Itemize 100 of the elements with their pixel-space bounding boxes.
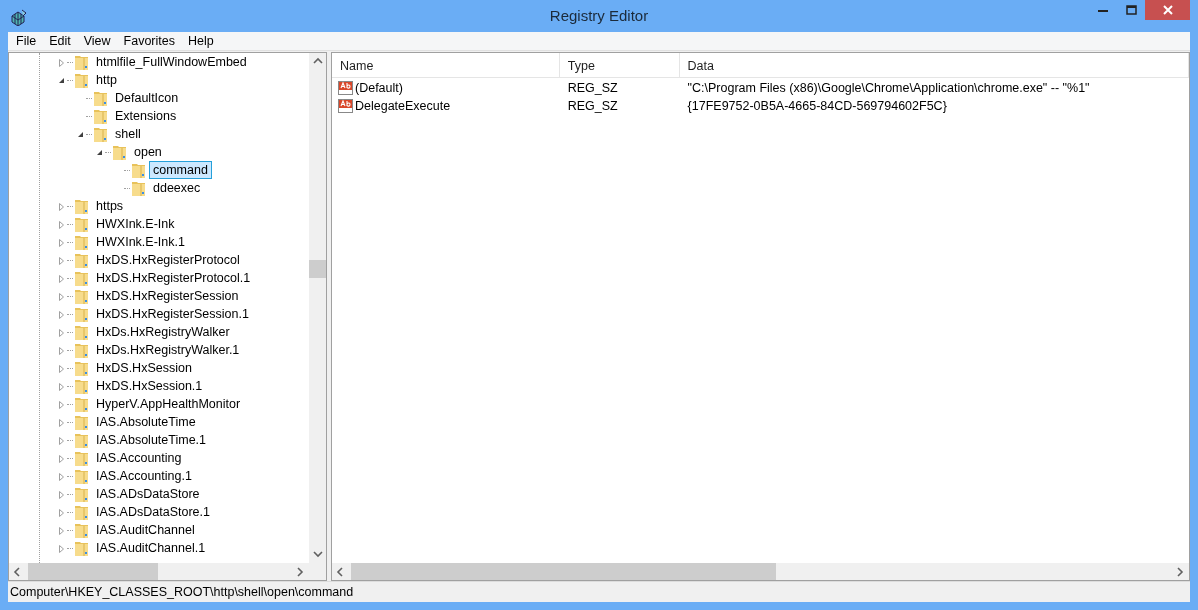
column-header[interactable]: Type (559, 53, 680, 77)
collapsed-arrow-icon[interactable] (56, 417, 66, 427)
column-header[interactable]: Data (679, 53, 1189, 77)
tree-item[interactable]: IAS.AuditChannel.1 (92, 539, 210, 557)
tree-item[interactable]: HWXInk.E-Ink.1 (92, 233, 189, 251)
folder-icon (74, 198, 89, 214)
folder-icon (74, 54, 89, 70)
folder-icon (74, 432, 89, 448)
folder-icon (74, 504, 89, 520)
collapsed-arrow-icon[interactable] (56, 507, 66, 517)
scrollbar-thumb[interactable] (28, 563, 158, 580)
tree-item[interactable]: HxDs.HxRegistryWalker.1 (92, 341, 244, 359)
collapsed-arrow-icon[interactable] (56, 309, 66, 319)
tree-item[interactable]: htmlfile_FullWindowEmbed (92, 53, 251, 71)
folder-icon (74, 342, 89, 358)
folder-icon (93, 108, 108, 124)
folder-icon (74, 414, 89, 430)
tree-item[interactable]: HxDS.HxSession (92, 359, 196, 377)
close-icon (1162, 5, 1173, 15)
collapsed-arrow-icon[interactable] (56, 219, 66, 229)
menu-item[interactable]: File (10, 32, 44, 50)
collapsed-arrow-icon[interactable] (56, 237, 66, 247)
collapsed-arrow-icon[interactable] (56, 399, 66, 409)
collapsed-arrow-icon[interactable] (56, 435, 66, 445)
tree-item[interactable]: http (92, 71, 121, 89)
collapsed-arrow-icon[interactable] (56, 453, 66, 463)
folder-icon (74, 72, 89, 88)
scroll-left-icon[interactable] (12, 566, 23, 577)
menu-item[interactable]: Help (182, 32, 221, 50)
folder-icon (131, 162, 146, 178)
value-type: REG_SZ (567, 99, 618, 113)
scroll-left-icon[interactable] (335, 566, 346, 577)
collapsed-arrow-icon[interactable] (56, 489, 66, 499)
tree-item[interactable]: HxDS.HxRegisterSession (92, 287, 243, 305)
close-button[interactable] (1145, 0, 1190, 20)
tree-item[interactable]: IAS.AbsoluteTime (92, 413, 200, 431)
tree-item[interactable]: open (130, 143, 166, 161)
tree-item[interactable]: HxDS.HxRegisterProtocol (92, 251, 244, 269)
tree-item[interactable]: IAS.Accounting (92, 449, 186, 467)
scrollbar-thumb[interactable] (309, 260, 326, 278)
value-data: "C:\Program Files (x86)\Google\Chrome\Application\chrome.exe" -- "%1" (687, 81, 1090, 95)
tree-item[interactable]: HxDS.HxRegisterSession.1 (92, 305, 253, 323)
string-value-icon (338, 80, 353, 96)
collapsed-arrow-icon[interactable] (56, 291, 66, 301)
folder-icon (74, 324, 89, 340)
tree-item[interactable]: ddeexec (149, 179, 205, 197)
tree-item[interactable]: IAS.Accounting.1 (92, 467, 196, 485)
tree-item[interactable]: HxDS.HxRegisterProtocol.1 (92, 269, 255, 287)
collapsed-arrow-icon[interactable] (56, 381, 66, 391)
folder-icon (74, 360, 89, 376)
string-value-icon (338, 98, 353, 114)
tree-item[interactable]: command (149, 161, 212, 179)
folder-icon (93, 126, 108, 142)
tree-item[interactable]: Extensions (111, 107, 181, 125)
tree-item[interactable]: IAS.ADsDataStore.1 (92, 503, 214, 521)
value-name[interactable]: DelegateExecute (355, 99, 451, 113)
collapsed-arrow-icon[interactable] (56, 471, 66, 481)
folder-icon (74, 522, 89, 538)
collapsed-arrow-icon[interactable] (56, 201, 66, 211)
tree-item[interactable]: IAS.ADsDataStore (92, 485, 204, 503)
value-type: REG_SZ (567, 81, 618, 95)
tree-item[interactable]: https (92, 197, 128, 215)
collapsed-arrow-icon[interactable] (56, 345, 66, 355)
tree-item[interactable]: IAS.AbsoluteTime.1 (92, 431, 210, 449)
folder-icon (74, 306, 89, 322)
folder-icon (74, 486, 89, 502)
collapsed-arrow-icon[interactable] (56, 543, 66, 553)
scrollbar-thumb[interactable] (351, 563, 776, 580)
tree-item[interactable]: DefaultIcon (111, 89, 183, 107)
tree-item[interactable]: HxDS.HxSession.1 (92, 377, 207, 395)
folder-icon (74, 396, 89, 412)
menu-item[interactable]: Favorites (117, 32, 182, 50)
value-name[interactable]: (Default) (355, 81, 403, 95)
status-path: Computer\HKEY_CLASSES_ROOT\http\shell\open\command (10, 585, 354, 599)
scroll-right-icon[interactable] (1175, 566, 1186, 577)
menu-item[interactable]: View (77, 32, 118, 50)
folder-icon (112, 144, 127, 160)
folder-icon (93, 90, 108, 106)
folder-icon (74, 468, 89, 484)
folder-icon (74, 216, 89, 232)
tree-item[interactable]: HyperV.AppHealthMonitor (92, 395, 245, 413)
folder-icon (74, 270, 89, 286)
folder-icon (74, 288, 89, 304)
folder-icon (74, 252, 89, 268)
window-title: Registry Editor (549, 7, 649, 24)
collapsed-arrow-icon[interactable] (56, 273, 66, 283)
menu-item[interactable]: Edit (43, 32, 78, 50)
collapsed-arrow-icon[interactable] (56, 525, 66, 535)
collapsed-arrow-icon[interactable] (56, 57, 66, 67)
tree-item[interactable]: HWXInk.E-Ink (92, 215, 179, 233)
collapsed-arrow-icon[interactable] (56, 363, 66, 373)
tree-item[interactable]: shell (111, 125, 145, 143)
scroll-down-icon[interactable] (312, 549, 323, 560)
collapsed-arrow-icon[interactable] (56, 255, 66, 265)
collapsed-arrow-icon[interactable] (56, 327, 66, 337)
tree-item[interactable]: IAS.AuditChannel (92, 521, 199, 539)
app-icon (10, 8, 28, 26)
column-header[interactable]: Name (332, 53, 560, 77)
scroll-right-icon[interactable] (295, 566, 306, 577)
tree-item[interactable]: HxDs.HxRegistryWalker (92, 323, 234, 341)
